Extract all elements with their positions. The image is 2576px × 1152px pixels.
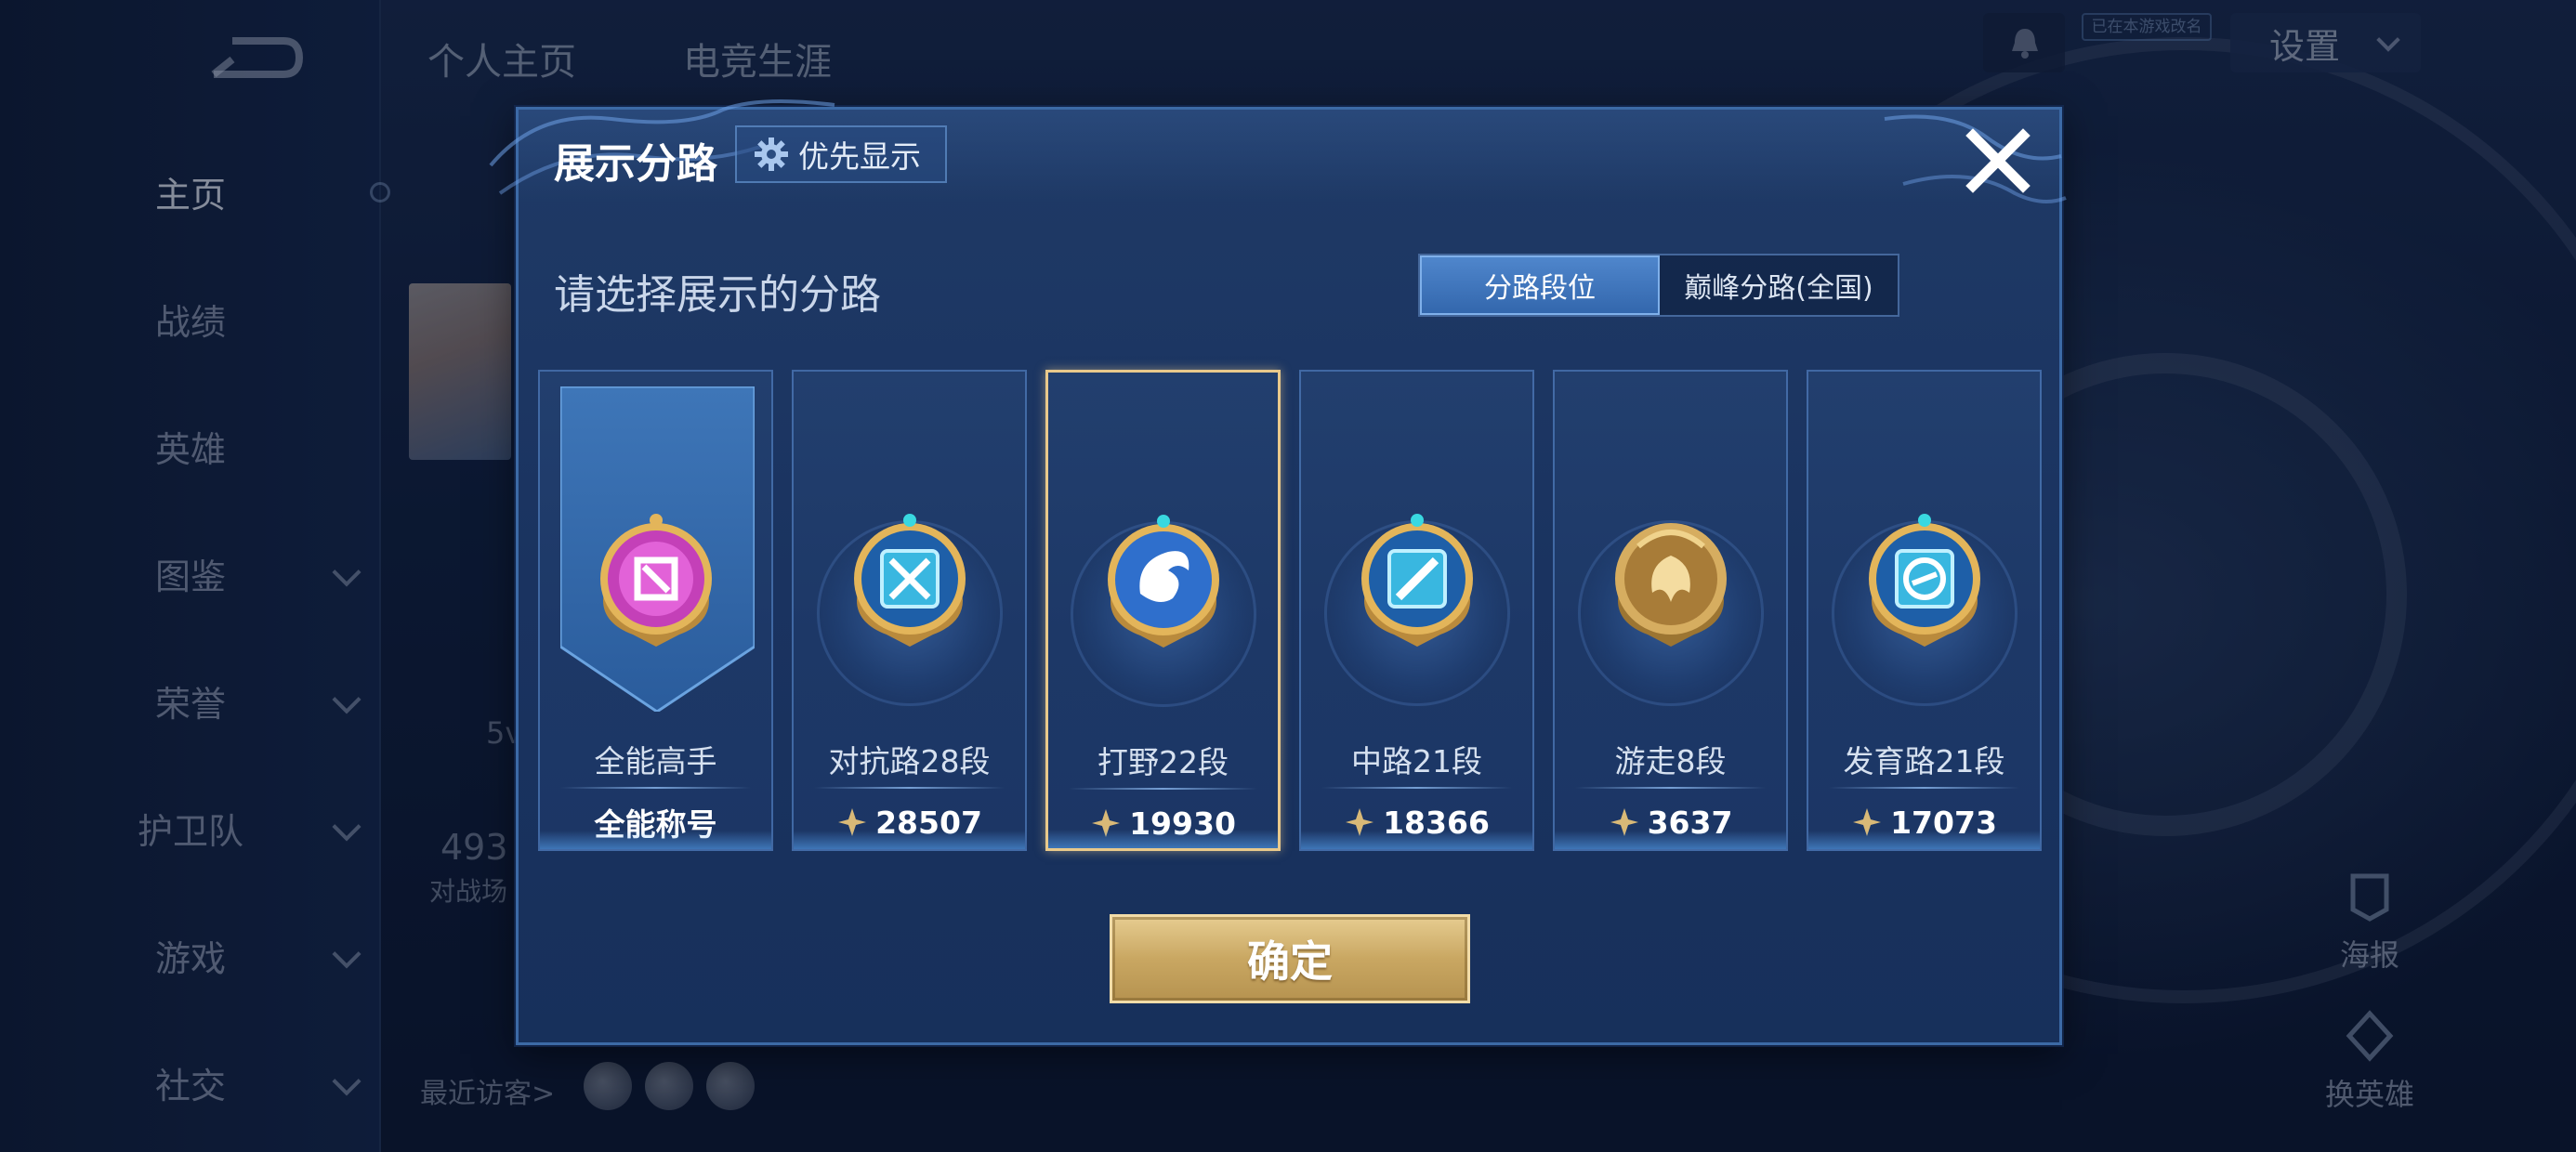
card-divider [1321, 787, 1512, 789]
close-icon[interactable] [1962, 124, 2034, 197]
lane-card-clash-lane[interactable]: 对抗路28段 28507 [792, 370, 1027, 851]
lane-card-label: 对抗路28段 [828, 743, 991, 779]
lane-card-label: 游走8段 [1614, 743, 1727, 779]
roam-badge-icon [1614, 523, 1727, 647]
priority-display-label: 优先显示 [798, 138, 921, 175]
card-divider [814, 787, 1005, 789]
tab-lane-rank[interactable]: 分路段位 [1420, 255, 1660, 315]
tab-peak-lane-national[interactable]: 巅峰分路(全国) [1660, 255, 1898, 315]
lane-card-farm-lane[interactable]: 发育路21段 17073 [1807, 370, 2042, 851]
card-divider [560, 787, 751, 789]
farm-lane-badge-icon [1868, 514, 1980, 647]
lane-card-label: 全能高手 [594, 743, 717, 779]
lane-card-label: 中路21段 [1351, 743, 1482, 779]
lane-card-label: 发育路21段 [1843, 743, 2005, 779]
all-round-badge-icon [599, 514, 712, 647]
lane-card-label: 打野22段 [1097, 744, 1229, 780]
card-bottom-glow [1048, 830, 1278, 848]
card-bottom-glow [540, 831, 771, 849]
lane-card-roam[interactable]: 游走8段 3637 [1553, 370, 1788, 851]
lane-display-dialog: 展示分路 优先显示 请选择展示的分路 分路段位 巅峰分路(全国) 全能高手 全能… [489, 99, 2067, 1045]
card-bottom-glow [1301, 831, 1532, 849]
dialog-title: 展示分路 [554, 140, 717, 188]
dialog-subtitle: 请选择展示的分路 [554, 271, 881, 319]
gear-icon [755, 137, 788, 171]
card-bottom-glow [1555, 831, 1786, 849]
lane-card-all-round[interactable]: 全能高手 全能称号 [538, 370, 773, 851]
card-divider [1575, 787, 1766, 789]
lane-card-jungle[interactable]: 打野22段 19930 [1045, 370, 1281, 851]
mid-lane-badge-icon [1360, 514, 1473, 647]
priority-display-button[interactable]: 优先显示 [735, 125, 947, 183]
card-divider [1829, 787, 2019, 789]
lane-card-mid-lane[interactable]: 中路21段 18366 [1299, 370, 1534, 851]
card-bottom-glow [1808, 831, 2040, 849]
clash-lane-badge-icon [853, 514, 966, 647]
confirm-button[interactable]: 确定 [1110, 914, 1470, 1003]
jungle-badge-icon [1107, 515, 1219, 648]
card-bottom-glow [794, 831, 1025, 849]
lane-mode-tabs: 分路段位 巅峰分路(全国) [1418, 254, 1899, 317]
card-divider [1069, 788, 1257, 790]
